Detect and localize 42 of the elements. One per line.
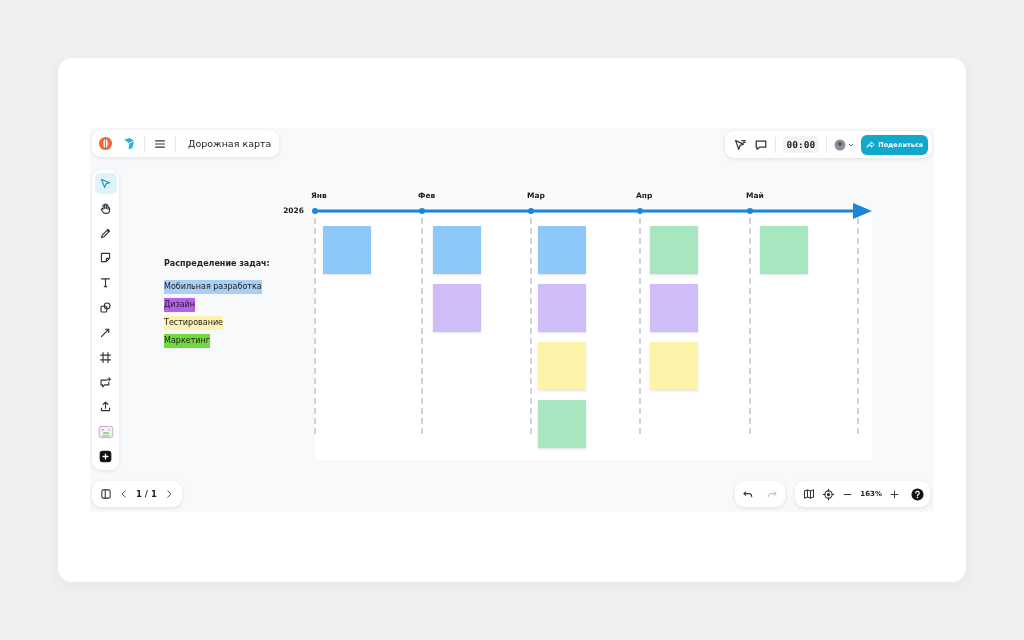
panel-icon bbox=[100, 488, 112, 500]
pointer-icon bbox=[99, 177, 112, 190]
comment-button[interactable] bbox=[753, 137, 768, 152]
legend-title: Распределение задач: bbox=[164, 259, 270, 268]
frame-icon bbox=[99, 350, 112, 364]
add-icon bbox=[99, 449, 112, 463]
sidebar-toggle[interactable] bbox=[100, 488, 112, 500]
legend-label: Тестирование bbox=[164, 316, 223, 330]
avatar-icon bbox=[834, 138, 847, 151]
speech-bubble-icon bbox=[753, 137, 768, 152]
user-menu[interactable] bbox=[834, 138, 855, 151]
cursor-icon bbox=[732, 137, 747, 152]
pencil-icon bbox=[99, 226, 112, 240]
undo-button[interactable] bbox=[742, 488, 754, 500]
comment-icon bbox=[99, 375, 112, 389]
share-icon bbox=[866, 140, 876, 149]
undo-icon bbox=[742, 488, 754, 500]
page-counter: 1 / 1 bbox=[136, 489, 157, 499]
map-icon bbox=[803, 488, 816, 500]
cursor-button[interactable] bbox=[732, 137, 747, 152]
legend-label: Мобильная разработка bbox=[164, 280, 262, 294]
sticky-note-icon bbox=[99, 251, 112, 265]
upload-icon bbox=[99, 400, 112, 414]
text-icon bbox=[99, 276, 112, 290]
previous-page-button[interactable] bbox=[119, 489, 129, 499]
redo-icon bbox=[766, 488, 778, 500]
legend-label: Дизайн bbox=[164, 298, 196, 312]
logo-icon[interactable] bbox=[98, 136, 113, 151]
legend-label: Маркетинг bbox=[164, 334, 210, 348]
map-button[interactable] bbox=[803, 488, 816, 500]
zoom-in-button[interactable] bbox=[889, 488, 900, 500]
caret-icon bbox=[848, 141, 855, 148]
shapes-icon bbox=[99, 301, 112, 315]
plus-icon bbox=[889, 488, 900, 500]
chevron-left-icon bbox=[119, 489, 129, 499]
hand-icon bbox=[99, 201, 112, 215]
crosshair-icon bbox=[822, 487, 836, 501]
board-title[interactable]: Дорожная карта bbox=[184, 138, 272, 149]
timer[interactable]: 00:00 bbox=[782, 136, 820, 153]
locate-button[interactable] bbox=[822, 487, 836, 501]
help-icon bbox=[911, 487, 924, 501]
help-button[interactable] bbox=[911, 487, 924, 501]
